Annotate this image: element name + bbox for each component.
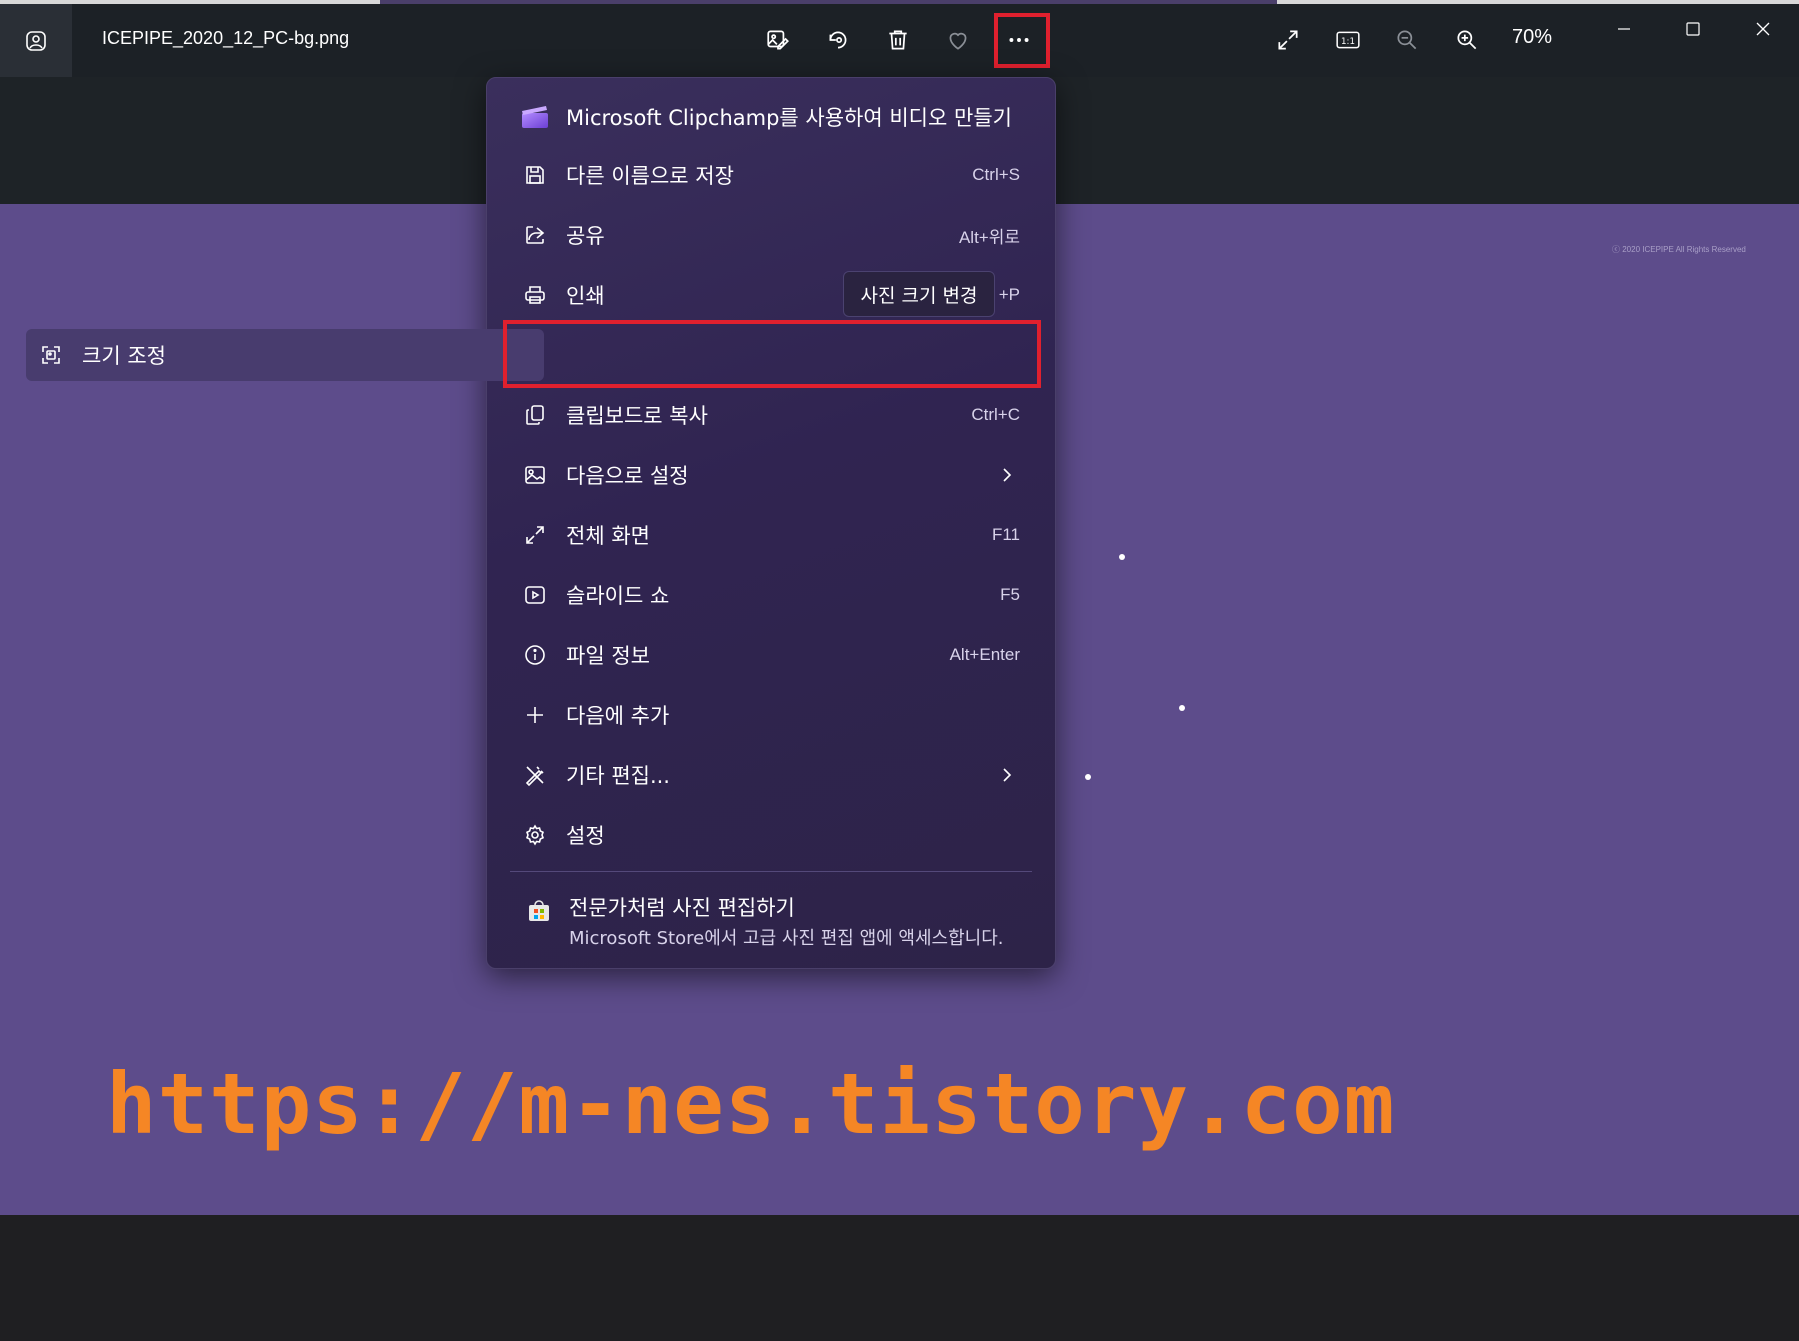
menu-item-shortcut: Ctrl+S: [972, 165, 1020, 184]
edit-image-button[interactable]: [758, 20, 798, 60]
photo-copyright-text: ⓒ 2020 ICEPIPE All Rights Reserved: [1612, 245, 1746, 254]
other-edits-icon: [518, 758, 552, 792]
actual-size-icon: 1:1: [1336, 31, 1360, 49]
store-promo-title: 전문가처럼 사진 편집하기: [569, 896, 795, 920]
actual-size-button[interactable]: 1:1: [1328, 20, 1368, 60]
slideshow-icon: [518, 578, 552, 612]
settings-icon: [518, 818, 552, 852]
photo-star-dot: [1085, 774, 1091, 780]
menu-item-label: 크기 조정: [82, 344, 166, 368]
menu-item-label: 클립보드로 복사: [566, 404, 708, 428]
delete-icon: [889, 30, 907, 50]
menu-item-shortcut: F11: [991, 525, 1020, 544]
menu-item-set-as[interactable]: 다음으로 설정: [510, 449, 1032, 501]
menu-item-shortcut: F5: [1000, 585, 1020, 604]
maximize-button[interactable]: [1673, 14, 1713, 44]
edit-image-icon: [767, 30, 789, 50]
resize-icon: [34, 338, 68, 372]
menu-item-copy[interactable]: 클립보드로 복사 Ctrl+C: [510, 389, 1032, 441]
menu-item-label: 파일 정보: [566, 644, 650, 668]
menu-item-label: 다음에 추가: [566, 704, 670, 728]
menu-item-label: 기타 편집...: [566, 764, 670, 788]
menu-item-label: 슬라이드 쇼: [566, 584, 670, 608]
app-icon[interactable]: [0, 4, 72, 77]
menu-item-store-promo[interactable]: 전문가처럼 사진 편집하기 Microsoft Store에서 고급 사진 편집…: [510, 884, 1040, 954]
menu-item-save-as[interactable]: 다른 이름으로 저장 Ctrl+S: [510, 149, 1032, 201]
file-name: ICEPIPE_2020_12_PC-bg.png: [102, 28, 350, 48]
menu-item-label: 공유: [566, 224, 605, 248]
menu-item-label: 인쇄: [566, 284, 605, 308]
fullscreen-icon: [518, 518, 552, 552]
info-icon: [518, 638, 552, 672]
menu-item-settings[interactable]: 설정: [510, 809, 1032, 861]
favorite-icon: [949, 32, 967, 50]
fullscreen-button[interactable]: [1268, 20, 1308, 60]
menu-item-other-edits[interactable]: 기타 편집...: [510, 749, 1032, 801]
delete-button[interactable]: [878, 20, 918, 60]
clipchamp-icon: [518, 100, 552, 134]
maximize-icon: [1686, 22, 1700, 36]
minimize-button[interactable]: [1604, 14, 1644, 44]
rotate-icon: [829, 31, 847, 49]
zoom-in-button[interactable]: [1447, 20, 1487, 60]
zoom-level[interactable]: 70%: [1512, 26, 1552, 49]
resize-tooltip: 사진 크기 변경: [843, 271, 995, 317]
watermark-url: https://m-nes.tistory.com: [106, 1055, 1396, 1153]
menu-item-label: Microsoft Clipchamp를 사용하여 비디오 만들기: [566, 106, 1012, 130]
menu-item-shortcut: Ctrl+C: [971, 405, 1020, 424]
menu-item-file-info[interactable]: 파일 정보 Alt+Enter: [510, 629, 1032, 681]
resize-item-highlight-box: [503, 320, 1041, 388]
favorite-button[interactable]: [938, 20, 978, 60]
photo-star-dot: [1179, 705, 1185, 711]
menu-item-shortcut: +P: [998, 285, 1020, 304]
zoom-out-button[interactable]: [1387, 20, 1427, 60]
menu-item-clipchamp[interactable]: Microsoft Clipchamp를 사용하여 비디오 만들기: [510, 91, 1032, 143]
print-icon: [518, 278, 552, 312]
menu-item-label: 다음으로 설정: [566, 464, 689, 488]
more-button-highlight-box: [994, 13, 1050, 68]
store-promo-subtitle: Microsoft Store에서 고급 사진 편집 앱에 액세스합니다.: [569, 928, 1004, 949]
save-icon: [518, 158, 552, 192]
menu-item-label: 설정: [566, 824, 605, 848]
rotate-button[interactable]: [818, 20, 858, 60]
menu-item-fullscreen[interactable]: 전체 화면 F11: [510, 509, 1032, 561]
menu-item-label: 다른 이름으로 저장: [566, 164, 734, 188]
fullscreen-icon: [1278, 30, 1298, 50]
menu-item-shortcut: Alt+Enter: [949, 645, 1020, 664]
canvas-bottom: [0, 1215, 1799, 1341]
photo-star-dot: [1119, 554, 1125, 560]
chevron-right-icon: [1003, 468, 1012, 482]
chevron-right-icon: [1003, 768, 1012, 782]
menu-item-resize[interactable]: 크기 조정: [26, 329, 544, 381]
photos-app-icon: [26, 30, 46, 51]
top-strip: [0, 0, 1799, 4]
menu-item-shortcut: Alt+위로: [958, 227, 1020, 247]
svg-text:1:1: 1:1: [1341, 37, 1355, 47]
menu-item-add-to[interactable]: 다음에 추가: [510, 689, 1032, 741]
add-icon: [518, 698, 552, 732]
share-icon: [518, 218, 552, 252]
copy-icon: [518, 398, 552, 432]
microsoft-store-icon: [522, 894, 556, 928]
menu-item-share[interactable]: 공유 Alt+위로: [510, 209, 1032, 261]
minimize-icon: [1618, 28, 1630, 30]
menu-item-slideshow[interactable]: 슬라이드 쇼 F5: [510, 569, 1032, 621]
zoom-out-icon: [1397, 30, 1417, 50]
zoom-in-icon: [1457, 30, 1477, 50]
set-as-icon: [518, 458, 552, 492]
menu-item-label: 전체 화면: [566, 524, 650, 548]
close-icon: [1756, 22, 1770, 36]
close-button[interactable]: [1743, 14, 1783, 44]
menu-divider: [510, 871, 1032, 872]
